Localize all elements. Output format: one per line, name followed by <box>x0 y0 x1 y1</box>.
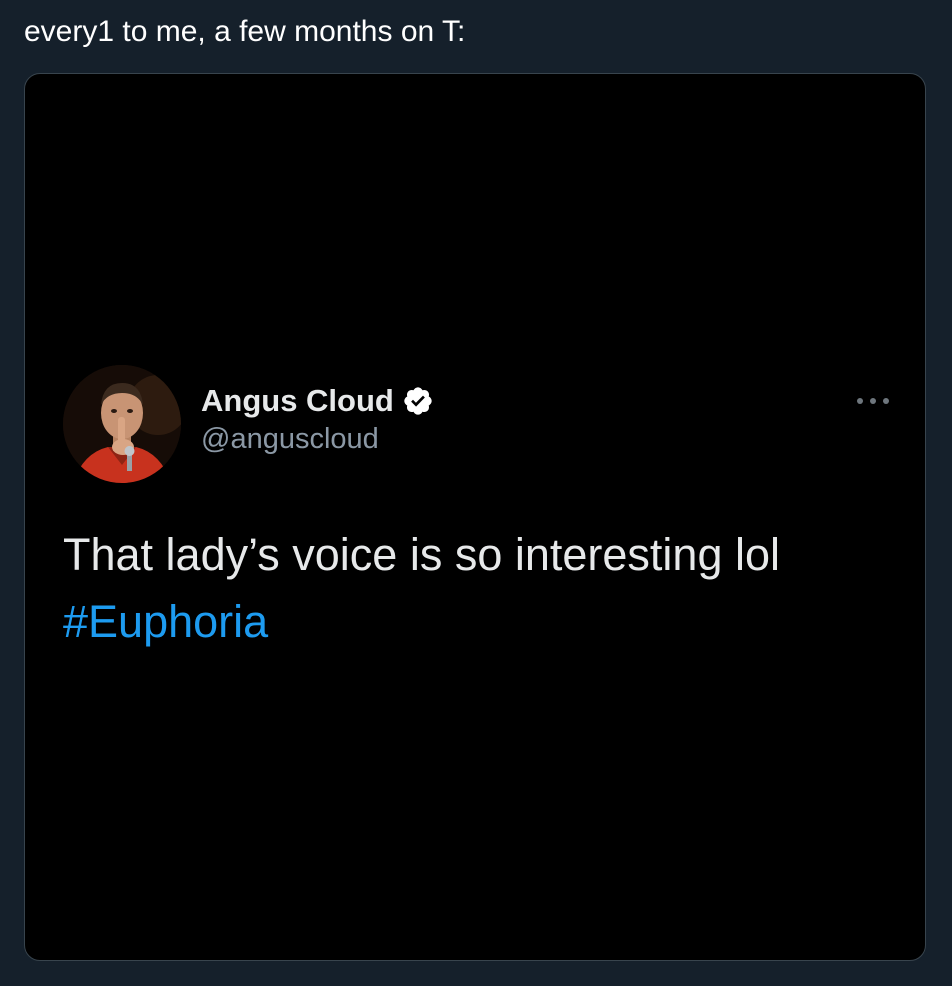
author-display-name[interactable]: Angus Cloud <box>201 383 394 419</box>
author-handle[interactable]: @anguscloud <box>201 423 434 456</box>
tweet-text: That lady’s voice is so interesting lol … <box>63 521 893 655</box>
avatar[interactable] <box>63 365 181 483</box>
hashtag-link[interactable]: #Euphoria <box>63 588 893 655</box>
verified-badge-icon <box>404 387 432 415</box>
tweet-body: That lady’s voice is so interesting lol <box>63 529 781 580</box>
tweet-author[interactable]: Angus Cloud @anguscloud <box>201 381 434 456</box>
more-options-icon[interactable] <box>853 389 893 413</box>
post-caption: every1 to me, a few months on T: <box>24 15 466 48</box>
media-image[interactable]: Angus Cloud @anguscloud That lady’s voic… <box>24 73 926 961</box>
